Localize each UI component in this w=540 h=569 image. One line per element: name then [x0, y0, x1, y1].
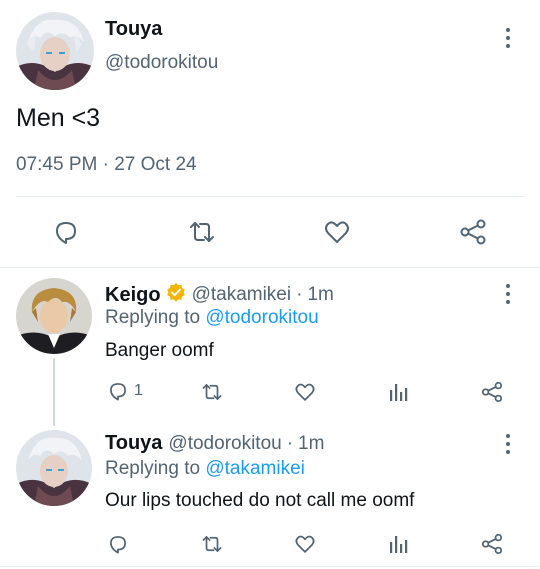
avatar[interactable]	[16, 430, 92, 506]
retweet-icon[interactable]	[200, 381, 224, 403]
reply-text: Banger oomf	[105, 340, 214, 361]
share-icon[interactable]	[480, 380, 504, 404]
reply-handle[interactable]: @todorokitou	[168, 433, 281, 455]
thread-line	[53, 358, 55, 426]
reply-header: Touya @todorokitou · 1m	[105, 432, 324, 455]
main-tweet-handle[interactable]: @todorokitou	[105, 52, 218, 74]
replying-to: Replying to @todorokitou	[105, 307, 319, 329]
main-tweet-display-name[interactable]: Touya	[105, 18, 162, 41]
reply-text: Our lips touched do not call me oomf	[105, 490, 415, 511]
replying-to-handle-link[interactable]: @todorokitou	[205, 307, 318, 328]
share-icon[interactable]	[458, 217, 488, 247]
like-icon[interactable]	[294, 533, 316, 555]
verified-badge-icon	[166, 282, 186, 308]
retweet-icon[interactable]	[200, 533, 224, 555]
reply-time-separator: ·	[286, 432, 294, 454]
analytics-icon[interactable]	[387, 381, 409, 403]
reply-action-reply[interactable]: 1	[107, 380, 143, 402]
divider	[16, 196, 524, 197]
retweet-icon[interactable]	[187, 218, 217, 246]
replying-to-handle-link[interactable]: @takamikei	[205, 458, 305, 479]
reply-icon[interactable]	[52, 218, 80, 246]
reply-display-name[interactable]: Touya	[105, 432, 162, 455]
reply-handle[interactable]: @takamikei	[192, 284, 292, 306]
analytics-icon[interactable]	[387, 533, 409, 555]
replying-to-label: Replying to	[105, 307, 201, 328]
replying-to: Replying to @takamikei	[105, 458, 305, 480]
like-icon[interactable]	[323, 218, 351, 246]
avatar[interactable]	[16, 12, 94, 90]
reply-icon[interactable]	[107, 380, 129, 402]
share-icon[interactable]	[480, 532, 504, 556]
reply-display-name[interactable]: Keigo	[105, 284, 161, 307]
divider	[0, 566, 540, 567]
main-tweet-timestamp[interactable]: 07:45 PM · 27 Oct 24	[16, 154, 197, 176]
main-tweet-more-icon[interactable]	[498, 26, 518, 50]
reply-time-separator: ·	[296, 284, 303, 305]
divider	[0, 267, 540, 268]
reply-header: Keigo @takamikei · 1m	[105, 282, 334, 308]
reply-count: 1	[134, 382, 143, 399]
replying-to-label: Replying to	[105, 458, 201, 479]
reply-icon[interactable]	[107, 533, 129, 555]
like-icon[interactable]	[294, 381, 316, 403]
main-tweet-text: Men <3	[16, 104, 101, 132]
avatar[interactable]	[16, 278, 92, 354]
reply-time[interactable]: 1m	[298, 433, 324, 455]
reply-more-icon[interactable]	[498, 432, 518, 456]
reply-time[interactable]: 1m	[307, 284, 333, 306]
reply-more-icon[interactable]	[498, 282, 518, 306]
